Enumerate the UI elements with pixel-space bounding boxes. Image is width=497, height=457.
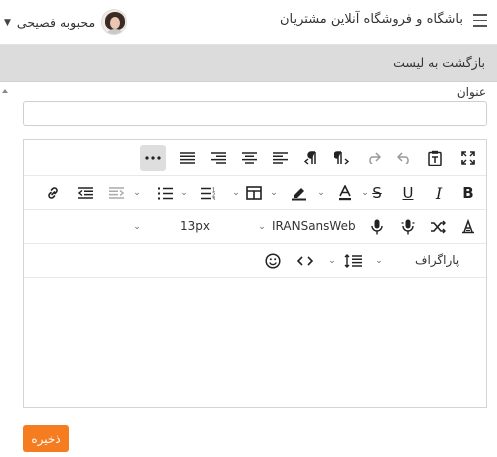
avatar[interactable] <box>101 9 128 35</box>
menu-icon[interactable] <box>473 14 487 27</box>
align-justify-icon[interactable] <box>174 145 200 171</box>
numbered-list-icon[interactable]: 123 <box>195 180 221 206</box>
toolbar-row-1 <box>24 140 486 176</box>
svg-text:3: 3 <box>212 197 215 200</box>
save-button[interactable]: ذخیره <box>23 425 69 452</box>
undo-icon[interactable] <box>391 145 417 171</box>
chevron-down-icon[interactable]: ⌄ <box>179 180 189 206</box>
outdent-icon[interactable] <box>72 180 98 206</box>
paste-text-icon[interactable] <box>422 145 448 171</box>
voice-typing-icon[interactable] <box>395 214 421 240</box>
title-input[interactable] <box>23 101 487 126</box>
title-label: عنوان <box>456 85 486 99</box>
rich-text-editor: ⌄ ⌄ 123 ⌄ ⌄ ⌄ ⌄ S U I B ⌄ 13px ⌄ IRANSan… <box>23 139 487 408</box>
italic-icon[interactable]: I <box>426 180 452 206</box>
user-menu[interactable]: ▼ محبوبه فصیحی <box>4 9 128 35</box>
align-left-icon[interactable] <box>267 145 293 171</box>
ltr-direction-icon[interactable] <box>298 145 324 171</box>
text-color-icon[interactable] <box>332 180 358 206</box>
chevron-down-icon[interactable]: ⌄ <box>269 180 279 206</box>
indent-icon[interactable] <box>103 180 129 206</box>
link-icon[interactable] <box>40 180 66 206</box>
erase-formatting-icon[interactable] <box>455 214 481 240</box>
block-format-select[interactable]: پاراگراف <box>415 253 459 267</box>
chevron-down-icon[interactable]: ⌄ <box>132 180 142 206</box>
source-code-icon[interactable] <box>292 248 318 274</box>
align-right-icon[interactable] <box>205 145 231 171</box>
chevron-down-icon[interactable]: ⌄ <box>316 180 326 206</box>
rtl-direction-icon[interactable] <box>329 145 355 171</box>
sub-header: بازگشت به لیست <box>0 45 497 82</box>
redo-icon[interactable] <box>360 145 386 171</box>
toolbar-row-3: ⌄ 13px ⌄ IRANSansWeb <box>24 210 486 244</box>
chevron-down-icon[interactable]: ⌄ <box>374 248 384 274</box>
scrollbar[interactable] <box>0 83 10 457</box>
strikethrough-icon[interactable]: S <box>364 180 390 206</box>
emoji-icon[interactable] <box>260 248 286 274</box>
chevron-down-icon[interactable]: ⌄ <box>327 248 337 274</box>
caret-down-icon[interactable]: ▼ <box>4 18 11 28</box>
chevron-down-icon[interactable]: ⌄ <box>231 180 241 206</box>
table-icon[interactable] <box>241 180 267 206</box>
font-family-select[interactable]: IRANSansWeb <box>272 219 356 233</box>
font-size-chevron-icon[interactable]: ⌄ <box>132 214 142 240</box>
toolbar-row-4: ⌄ ⌄ پاراگراف <box>24 244 486 278</box>
font-family-chevron-icon[interactable]: ⌄ <box>257 214 267 240</box>
microphone-icon[interactable] <box>364 214 390 240</box>
bold-icon[interactable]: B <box>455 180 481 206</box>
line-height-icon[interactable] <box>340 248 366 274</box>
underline-icon[interactable]: U <box>395 180 421 206</box>
scroll-up-icon[interactable] <box>2 89 8 93</box>
fullscreen-icon[interactable] <box>455 145 481 171</box>
toolbar-row-2: ⌄ ⌄ 123 ⌄ ⌄ ⌄ ⌄ S U I B <box>24 176 486 210</box>
align-center-icon[interactable] <box>236 145 262 171</box>
app-title: باشگاه و فروشگاه آنلاین مشتریان <box>279 12 463 27</box>
user-name[interactable]: محبوبه فصیحی <box>17 15 95 30</box>
top-bar: باشگاه و فروشگاه آنلاین مشتریان ▼ محبوبه… <box>0 0 497 45</box>
shuffle-icon[interactable] <box>425 214 451 240</box>
more-options-button[interactable] <box>140 145 166 171</box>
font-size-select[interactable]: 13px <box>180 219 210 233</box>
editor-content-area[interactable] <box>24 279 486 407</box>
highlight-color-icon[interactable] <box>286 180 312 206</box>
bullet-list-icon[interactable] <box>152 180 178 206</box>
back-to-list-link[interactable]: بازگشت به لیست <box>393 55 485 70</box>
